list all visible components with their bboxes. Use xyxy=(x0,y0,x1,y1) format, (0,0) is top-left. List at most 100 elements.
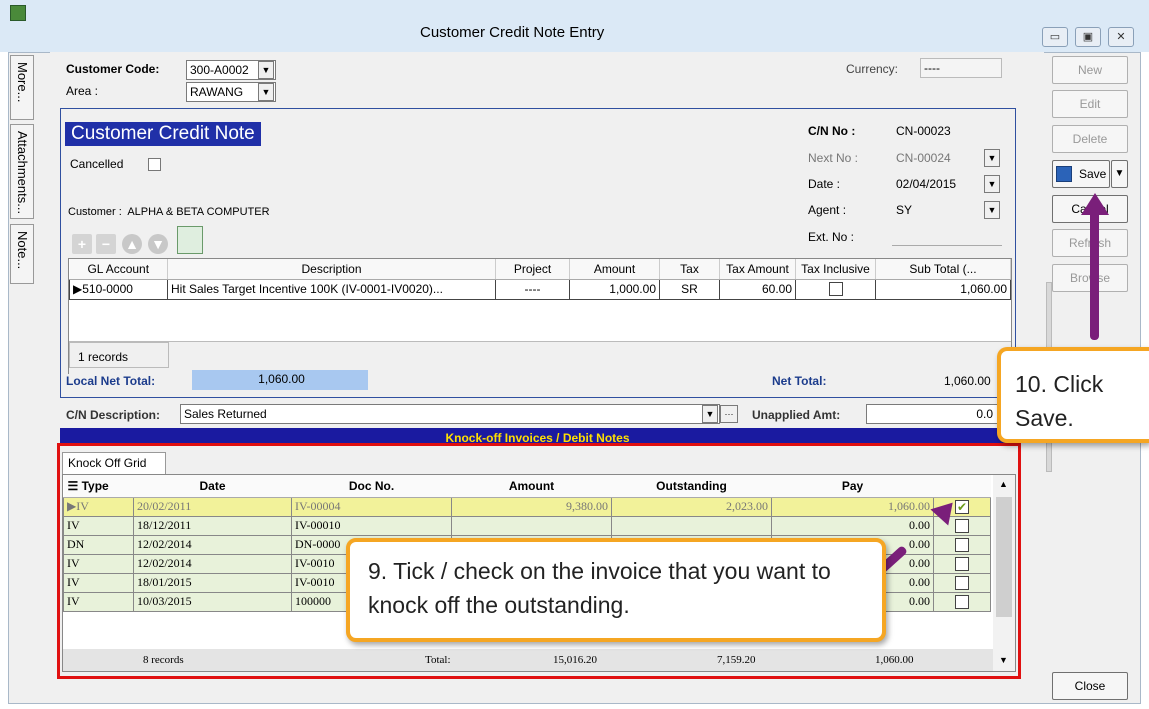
customer-name: ALPHA & BETA COMPUTER xyxy=(127,206,270,218)
date-value[interactable]: 02/04/2015 xyxy=(896,177,956,191)
table-row[interactable]: ▶IV 20/02/2011 IV-00004 9,380.00 2,023.0… xyxy=(63,496,991,517)
tab-note[interactable]: Note... xyxy=(10,224,34,284)
ko-col-date[interactable]: Date xyxy=(133,475,292,498)
knock-off-checkbox[interactable] xyxy=(955,594,969,609)
knock-off-checkbox[interactable] xyxy=(955,518,969,533)
remove-row-icon[interactable]: − xyxy=(96,234,116,254)
col-project[interactable]: Project xyxy=(495,259,570,280)
ko-col-type-label: Type xyxy=(81,478,109,493)
ko-cell-amount: 9,380.00 xyxy=(451,496,612,517)
col-description[interactable]: Description xyxy=(167,259,496,280)
cell-tax[interactable]: SR xyxy=(659,278,720,300)
minimize-button[interactable]: ▭ xyxy=(1042,27,1068,47)
save-disk-icon xyxy=(1056,166,1072,182)
table-row[interactable]: IV 18/12/2011 IV-00010 0.00 xyxy=(63,515,991,536)
ko-col-doc[interactable]: Doc No. xyxy=(291,475,452,498)
cancelled-checkbox[interactable] xyxy=(148,158,161,171)
knock-off-checkbox[interactable] xyxy=(955,537,969,552)
save-arrow-head xyxy=(1081,193,1109,215)
ko-cell-check[interactable] xyxy=(933,534,991,555)
callout-step-10: 10. Click Save. xyxy=(997,347,1149,443)
add-row-icon[interactable]: + xyxy=(72,234,92,254)
col-tax-amount[interactable]: Tax Amount xyxy=(719,259,796,280)
close-window-button[interactable]: ✕ xyxy=(1108,27,1134,47)
scroll-thumb[interactable] xyxy=(996,497,1012,617)
cn-no-label: C/N No : xyxy=(808,124,856,138)
cell-tax-inclusive[interactable] xyxy=(795,278,876,300)
ko-cell-date: 12/02/2014 xyxy=(133,553,292,574)
knockoff-scrollbar[interactable]: ▲ ▼ xyxy=(993,475,1015,671)
cn-description-field[interactable]: Sales Returned xyxy=(180,404,720,424)
date-label: Date : xyxy=(808,177,841,191)
delete-button[interactable]: Delete xyxy=(1052,125,1128,153)
tab-attachments[interactable]: Attachments... xyxy=(10,124,34,219)
close-button[interactable]: Close xyxy=(1052,672,1128,700)
cn-description-dropdown[interactable]: ▼ xyxy=(702,405,718,423)
cell-project[interactable]: ---- xyxy=(495,278,570,300)
cell-sub-total[interactable]: 1,060.00 xyxy=(875,278,1011,300)
move-up-icon[interactable]: ▲ xyxy=(122,234,142,254)
knock-off-checkbox[interactable] xyxy=(955,575,969,590)
agent-dropdown[interactable]: ▼ xyxy=(984,201,1000,219)
scroll-down-icon[interactable]: ▼ xyxy=(999,655,1008,665)
cell-description[interactable]: Hit Sales Target Incentive 100K (IV-0001… xyxy=(167,278,496,300)
currency-field[interactable]: ---- xyxy=(920,58,1002,78)
local-net-total-value: 1,060.00 xyxy=(192,370,368,390)
ko-cell-check[interactable] xyxy=(933,591,991,612)
cell-gl[interactable]: ▶510-0000 xyxy=(69,278,168,300)
ko-cell-pay[interactable]: 1,060.00 xyxy=(771,496,934,517)
save-dropdown-button[interactable]: ▼ xyxy=(1111,160,1128,188)
ko-cell-check[interactable] xyxy=(933,553,991,574)
knock-off-checkbox[interactable] xyxy=(955,556,969,571)
ko-cell-pay[interactable]: 0.00 xyxy=(771,515,934,536)
tab-note-label: Note... xyxy=(15,231,30,270)
ko-cell-date: 20/02/2011 xyxy=(133,496,292,517)
ko-col-type[interactable]: ☰ Type xyxy=(63,475,134,498)
local-net-total-label: Local Net Total: xyxy=(66,374,156,388)
tab-knock-off-grid[interactable]: Knock Off Grid xyxy=(62,452,166,474)
table-row[interactable]: ▶510-0000 Hit Sales Target Incentive 100… xyxy=(69,278,1011,300)
col-amount[interactable]: Amount xyxy=(569,259,660,280)
tax-inclusive-checkbox[interactable] xyxy=(828,282,843,296)
edit-button[interactable]: Edit xyxy=(1052,90,1128,118)
window-title: Customer Credit Note Entry xyxy=(420,24,605,41)
ko-col-check xyxy=(933,475,991,498)
cell-tax-amount[interactable]: 60.00 xyxy=(719,278,796,300)
ko-cell-type: ▶IV xyxy=(63,496,134,517)
cell-amount[interactable]: 1,000.00 xyxy=(569,278,660,300)
ko-cell-outstanding: 2,023.00 xyxy=(611,496,772,517)
ko-cell-type: IV xyxy=(63,515,134,536)
form-heading: Customer Credit Note xyxy=(65,122,261,146)
calculator-info-icon[interactable] xyxy=(177,226,203,254)
ko-cell-type: DN xyxy=(63,534,134,555)
customer-code-label: Customer Code: xyxy=(66,62,160,76)
net-total-value: 1,060.00 xyxy=(944,374,991,388)
area-dropdown[interactable]: ▼ xyxy=(258,83,274,101)
knockoff-total-row: 8 records Total: 15,016.20 7,159.20 1,06… xyxy=(63,649,993,671)
customer-code-dropdown[interactable]: ▼ xyxy=(258,61,274,79)
col-gl-account[interactable]: GL Account xyxy=(69,259,168,280)
ko-col-outstanding[interactable]: Outstanding xyxy=(611,475,772,498)
next-no-dropdown[interactable]: ▼ xyxy=(984,149,1000,167)
ko-col-amount[interactable]: Amount xyxy=(451,475,612,498)
cn-description-more-button[interactable]: ··· xyxy=(720,405,738,423)
ko-cell-date: 10/03/2015 xyxy=(133,591,292,612)
agent-value[interactable]: SY xyxy=(896,203,912,217)
col-sub-total[interactable]: Sub Total (... xyxy=(875,259,1011,280)
col-tax-inclusive[interactable]: Tax Inclusive xyxy=(795,259,876,280)
ko-type-value: IV xyxy=(76,499,89,513)
net-total-label: Net Total: xyxy=(772,374,827,388)
ko-col-pay[interactable]: Pay xyxy=(771,475,934,498)
date-dropdown[interactable]: ▼ xyxy=(984,175,1000,193)
ko-cell-check[interactable] xyxy=(933,572,991,593)
maximize-button[interactable]: ▣ xyxy=(1075,27,1101,47)
ko-cell-date: 12/02/2014 xyxy=(133,534,292,555)
col-tax[interactable]: Tax xyxy=(659,259,720,280)
next-no-value: CN-00024 xyxy=(896,151,951,165)
tab-more[interactable]: More... xyxy=(10,55,34,120)
ko-total-label: Total: xyxy=(425,654,451,666)
app-icon xyxy=(10,5,26,21)
new-button[interactable]: New xyxy=(1052,56,1128,84)
move-down-icon[interactable]: ▼ xyxy=(148,234,168,254)
scroll-up-icon[interactable]: ▲ xyxy=(999,479,1008,489)
